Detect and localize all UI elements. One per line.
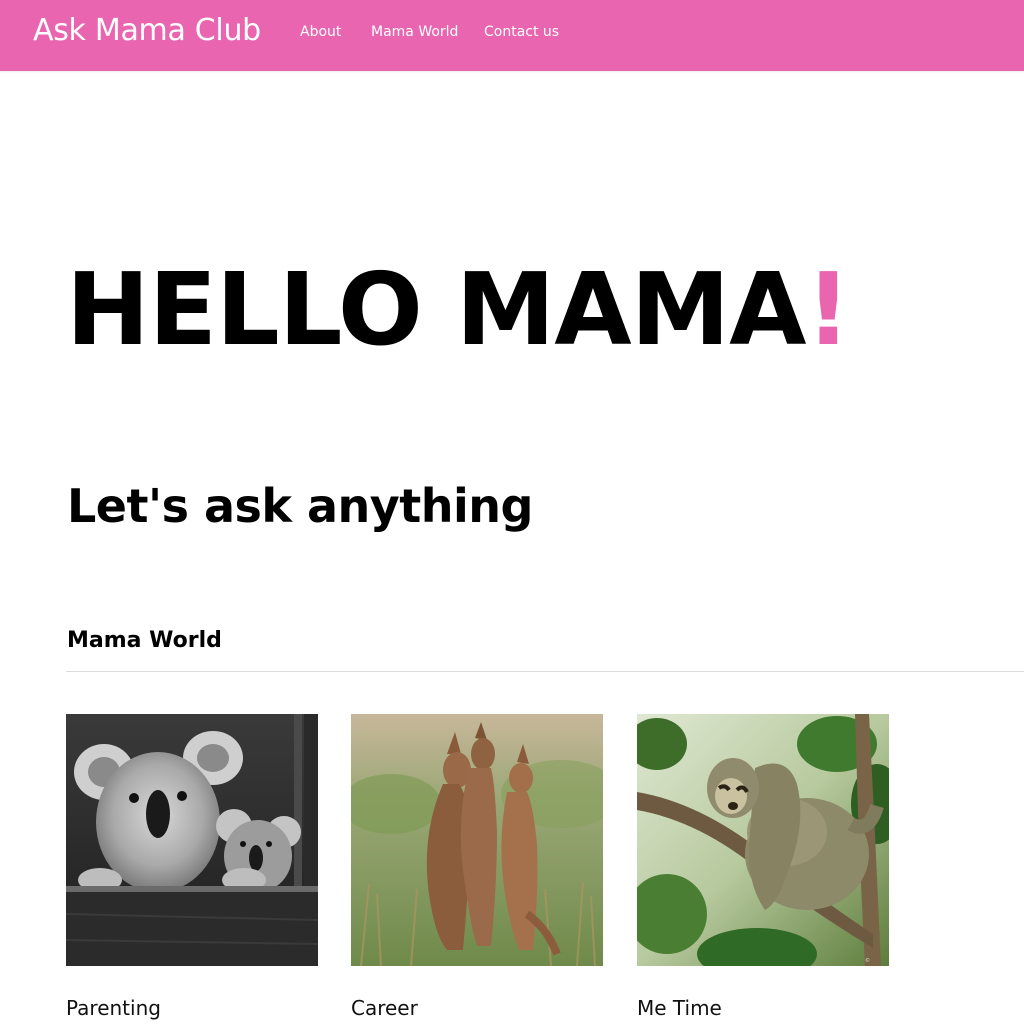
kangaroos-photo[interactable] — [351, 714, 603, 966]
card-me-time[interactable]: © Me Time — [637, 714, 889, 1020]
card-label-parenting[interactable]: Parenting — [66, 996, 161, 1020]
card-career[interactable]: Career — [351, 714, 603, 1020]
hero-heading-text: HELLO MAMA — [66, 251, 807, 368]
hero-exclamation: ! — [805, 251, 852, 368]
koala-photo[interactable] — [66, 714, 318, 966]
card-label-career[interactable]: Career — [351, 996, 418, 1020]
hero-heading: HELLO MAMA! — [66, 250, 852, 370]
subheading: Let's ask anything — [67, 479, 533, 533]
nav-link-about[interactable]: About — [300, 24, 341, 40]
nav-link-contact-us[interactable]: Contact us — [484, 24, 559, 40]
top-navbar: Ask Mama Club About Mama World Contact u… — [0, 0, 1024, 71]
brand-logo-link[interactable]: Ask Mama Club — [33, 13, 261, 48]
section-divider — [66, 671, 1024, 672]
section-title: Mama World — [67, 628, 222, 653]
svg-text:©: © — [865, 957, 870, 964]
sloth-photo[interactable]: © — [637, 714, 889, 966]
card-label-me-time[interactable]: Me Time — [637, 996, 722, 1020]
card-parenting[interactable]: Parenting — [66, 714, 318, 1020]
nav-link-mama-world[interactable]: Mama World — [371, 24, 458, 40]
